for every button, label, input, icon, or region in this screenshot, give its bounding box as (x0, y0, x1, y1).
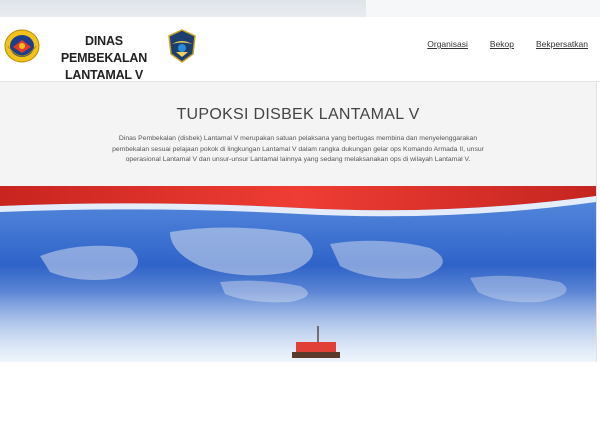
brand-line-1: DINAS PEMBEKALAN (60, 34, 148, 65)
top-band (0, 0, 366, 17)
page-blank-area (0, 362, 600, 444)
nav-organisasi[interactable]: Organisasi (427, 39, 468, 49)
flag-ocean-banner-image (0, 186, 596, 362)
lantamal-emblem-icon[interactable] (4, 28, 40, 64)
navy-wings-emblem-icon[interactable] (166, 28, 198, 64)
nav-bekop[interactable]: Bekop (490, 39, 514, 49)
hero-section: TUPOKSI DISBEK LANTAMAL V Dinas Pembekal… (0, 82, 597, 362)
hero-title: TUPOKSI DISBEK LANTAMAL V (176, 106, 420, 123)
brand-title: DINAS PEMBEKALAN LANTAMAL V (42, 33, 166, 84)
main-nav: Organisasi Bekop Bekpersatkan (427, 39, 588, 49)
hero-description: Dinas Pembekalan (disbek) Lantamal V mer… (112, 135, 484, 163)
header: DINAS PEMBEKALAN LANTAMAL V Organisasi B… (0, 17, 600, 82)
nav-bekpersatkan[interactable]: Bekpersatkan (536, 39, 588, 49)
top-band-right (366, 0, 600, 17)
